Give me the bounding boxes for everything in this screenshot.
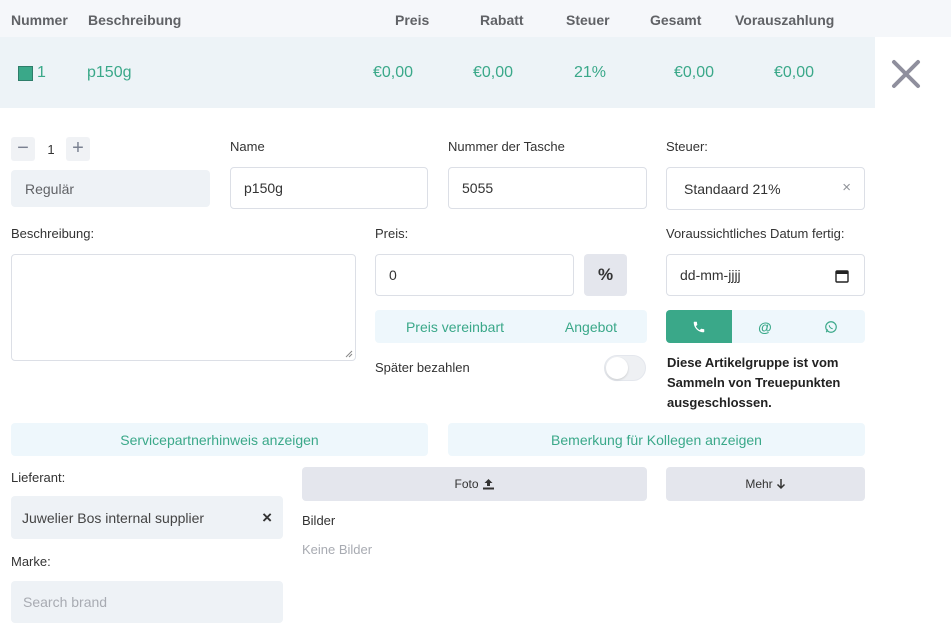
pay-later-label: Später bezahlen: [375, 360, 470, 375]
table-header: Nummer Beschreibung Preis Rabatt Steuer …: [0, 0, 951, 37]
row-rabatt: €0,00: [473, 64, 514, 81]
name-input[interactable]: p150g: [230, 167, 428, 209]
upload-icon: [482, 479, 494, 490]
clear-supplier-icon[interactable]: ×: [262, 508, 272, 528]
item-color-square: [18, 66, 33, 81]
col-preis: Preis: [395, 12, 430, 28]
row-nummer: 1: [37, 64, 46, 81]
type-select[interactable]: Regulär: [11, 170, 210, 207]
table-row[interactable]: 1 p150g €0,00 €0,00 21% €0,00 €0,00: [0, 37, 875, 108]
toggle-knob: [606, 357, 628, 379]
description-textarea[interactable]: [11, 254, 356, 361]
row-beschreibung: p150g: [87, 64, 132, 81]
row-gesamt: €0,00: [674, 64, 715, 81]
tax-select[interactable]: Standaard 21% ×: [666, 167, 865, 210]
service-partner-note-button[interactable]: Servicepartnerhinweis anzeigen: [11, 423, 428, 456]
increase-quantity-button[interactable]: +: [66, 137, 90, 161]
expected-date-input[interactable]: dd-mm-jjjj: [666, 254, 865, 296]
type-value: Regulär: [25, 180, 75, 197]
more-button-label: Mehr: [745, 477, 773, 491]
supplier-select[interactable]: Juwelier Bos internal supplier ×: [11, 496, 283, 539]
colleague-note-label: Bemerkung für Kollegen anzeigen: [551, 431, 762, 448]
phone-button[interactable]: [666, 310, 732, 343]
service-partner-note-label: Servicepartnerhinweis anzeigen: [120, 431, 319, 448]
decrease-quantity-button[interactable]: −: [11, 137, 35, 161]
photo-button-label: Foto: [454, 477, 479, 491]
col-rabatt: Rabatt: [480, 12, 524, 28]
photo-upload-button[interactable]: Foto: [302, 467, 647, 501]
brand-search-input[interactable]: Search brand: [11, 581, 283, 623]
loyalty-note: Diese Artikelgruppe ist vom Sammeln von …: [667, 355, 841, 410]
percent-toggle-button[interactable]: %: [584, 254, 627, 296]
whatsapp-button[interactable]: [798, 310, 864, 343]
calendar-icon[interactable]: [835, 269, 849, 283]
resize-handle-icon[interactable]: [345, 350, 353, 358]
arrow-down-icon: [776, 479, 785, 490]
more-button[interactable]: Mehr: [666, 467, 865, 501]
name-label: Name: [230, 139, 265, 154]
colleague-note-button[interactable]: Bemerkung für Kollegen anzeigen: [448, 423, 865, 456]
whatsapp-icon: [825, 320, 837, 333]
pay-later-toggle[interactable]: [604, 355, 646, 381]
supplier-value: Juwelier Bos internal supplier: [22, 509, 205, 526]
col-steuer: Steuer: [566, 12, 610, 28]
close-icon[interactable]: [889, 56, 923, 94]
phone-icon: [693, 321, 705, 332]
quantity-value: 1: [47, 142, 55, 157]
tax-value: Standaard 21%: [684, 180, 781, 197]
no-images-text: Keine Bilder: [302, 542, 373, 557]
price-agreed-label: Preis vereinbart: [405, 318, 505, 335]
col-beschreibung: Beschreibung: [88, 12, 182, 28]
bag-number-input[interactable]: 5055: [448, 167, 647, 209]
brand-placeholder: Search brand: [23, 594, 108, 610]
offer-label: Angebot: [564, 318, 618, 335]
images-label: Bilder: [302, 513, 336, 528]
date-placeholder: dd-mm-jjjj: [680, 267, 741, 283]
contact-method-selector: @: [666, 310, 865, 343]
supplier-label: Lieferant:: [11, 470, 66, 485]
at-icon: @: [758, 318, 772, 335]
bag-number-label: Nummer der Tasche: [448, 139, 565, 154]
name-value: p150g: [244, 180, 283, 196]
row-steuer: 21%: [574, 64, 607, 81]
brand-label: Marke:: [11, 554, 51, 569]
email-button[interactable]: @: [732, 310, 798, 343]
clear-icon[interactable]: ×: [842, 179, 851, 196]
percent-symbol: %: [597, 265, 614, 284]
price-value: 0: [389, 267, 397, 283]
offer-button[interactable]: Angebot: [535, 310, 647, 343]
tax-label: Steuer:: [666, 139, 708, 154]
col-gesamt: Gesamt: [650, 12, 702, 28]
expected-date-label: Voraussichtliches Datum fertig:: [666, 226, 845, 241]
price-input[interactable]: 0: [375, 254, 574, 296]
row-vorauszahlung: €0,00: [774, 64, 815, 81]
price-agreed-button[interactable]: Preis vereinbart: [375, 310, 535, 343]
col-nummer: Nummer: [11, 12, 68, 28]
row-preis: €0,00: [373, 64, 414, 81]
price-label: Preis:: [375, 226, 409, 241]
col-vorauszahlung: Vorauszahlung: [735, 12, 835, 28]
bag-number-value: 5055: [462, 180, 494, 196]
description-label: Beschreibung:: [11, 226, 95, 241]
